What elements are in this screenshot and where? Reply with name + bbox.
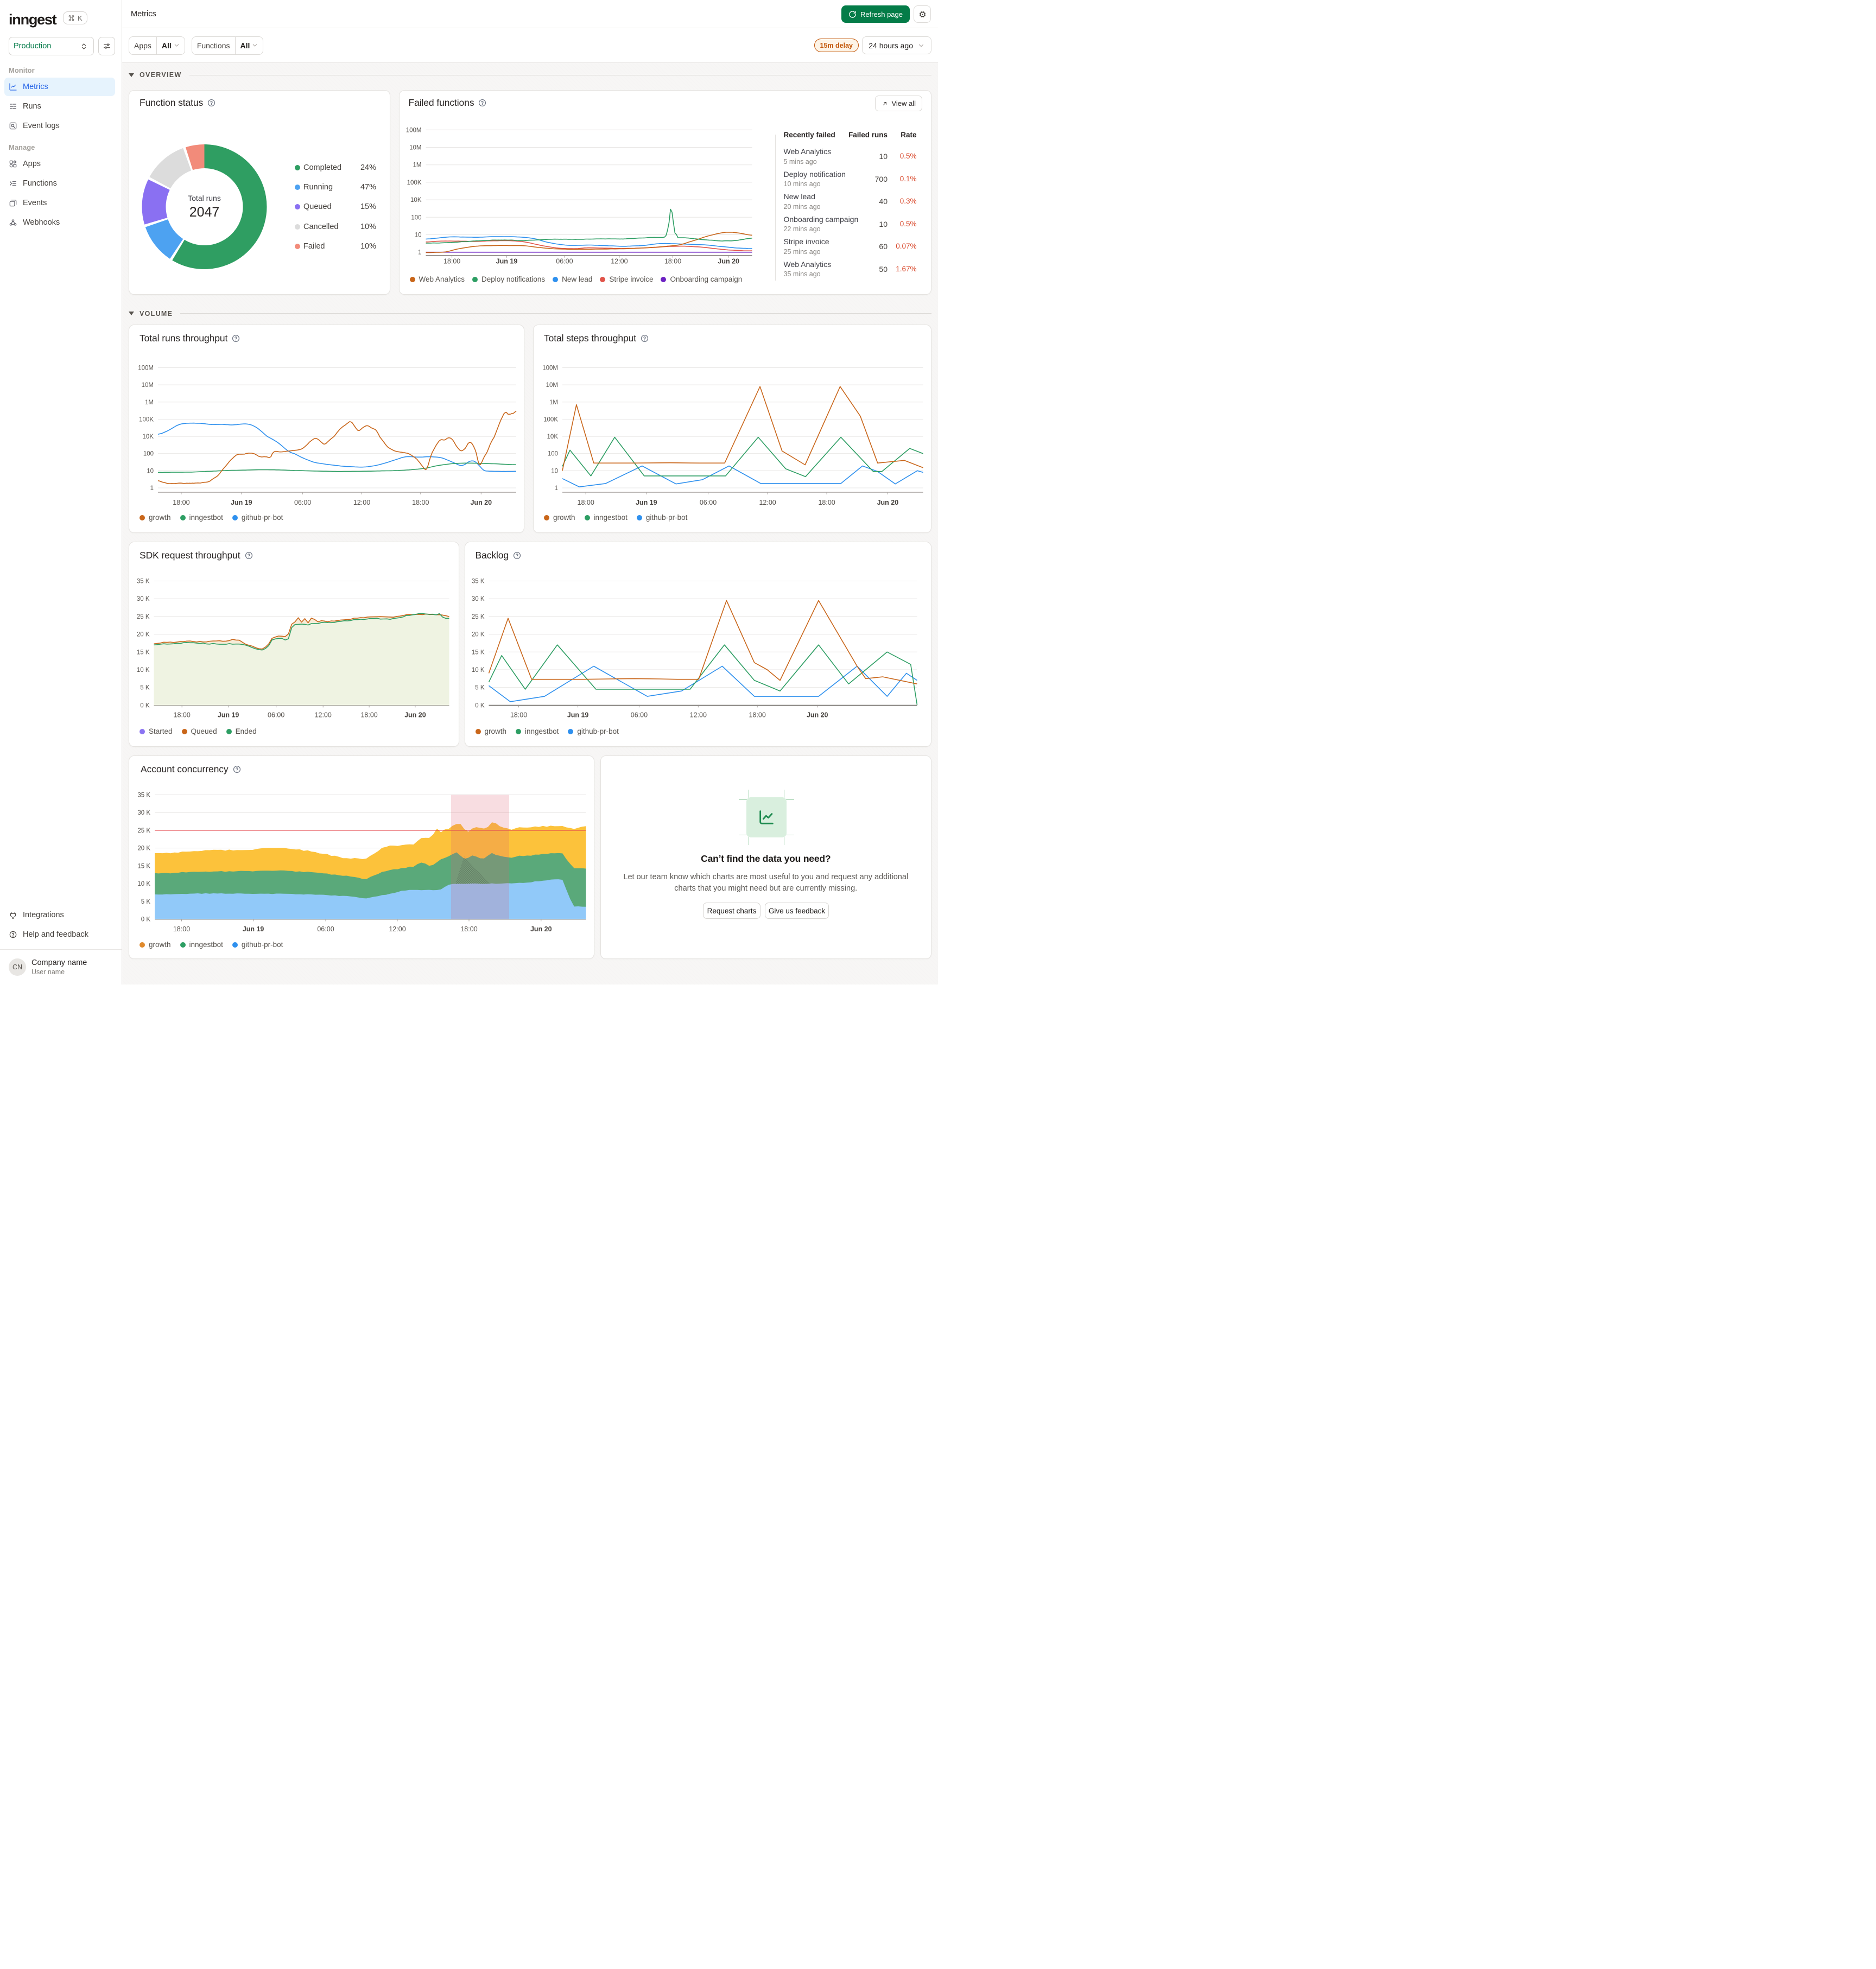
svg-text:18:00: 18:00 (749, 711, 765, 719)
svg-text:0 K: 0 K (140, 702, 150, 709)
svg-text:10M: 10M (546, 382, 558, 389)
svg-text:10K: 10K (547, 434, 559, 440)
svg-text:12:00: 12:00 (315, 711, 332, 719)
svg-text:Jun 19: Jun 19 (496, 258, 517, 265)
svg-text:Jun 19: Jun 19 (231, 499, 252, 506)
svg-text:10: 10 (551, 468, 558, 474)
svg-text:06:00: 06:00 (700, 499, 717, 506)
svg-text:12:00: 12:00 (389, 925, 405, 933)
svg-text:06:00: 06:00 (556, 258, 573, 265)
svg-text:10M: 10M (409, 145, 421, 151)
svg-text:15 K: 15 K (137, 863, 150, 869)
svg-text:10M: 10M (142, 382, 154, 389)
svg-text:25 K: 25 K (471, 614, 484, 620)
svg-text:0 K: 0 K (475, 702, 485, 709)
svg-text:18:00: 18:00 (173, 499, 189, 506)
svg-text:100: 100 (411, 214, 421, 221)
svg-text:Jun 20: Jun 20 (404, 711, 426, 719)
svg-text:12:00: 12:00 (353, 499, 370, 506)
svg-text:18:00: 18:00 (818, 499, 835, 506)
svg-text:35 K: 35 K (137, 579, 150, 585)
svg-text:12:00: 12:00 (611, 258, 628, 265)
svg-text:10 K: 10 K (471, 667, 484, 674)
svg-text:1: 1 (418, 250, 421, 256)
svg-text:20 K: 20 K (471, 632, 484, 638)
svg-text:18:00: 18:00 (412, 499, 429, 506)
svg-text:25 K: 25 K (137, 828, 150, 834)
svg-text:Jun 19: Jun 19 (567, 711, 588, 719)
svg-text:15 K: 15 K (137, 649, 150, 656)
svg-text:06:00: 06:00 (294, 499, 311, 506)
svg-text:06:00: 06:00 (630, 711, 647, 719)
svg-text:18:00: 18:00 (173, 925, 190, 933)
svg-text:30 K: 30 K (137, 810, 150, 816)
svg-text:5 K: 5 K (141, 899, 151, 905)
svg-text:Jun 19: Jun 19 (243, 925, 264, 933)
svg-text:10: 10 (147, 468, 154, 474)
svg-text:12:00: 12:00 (759, 499, 776, 506)
svg-text:20 K: 20 K (137, 632, 150, 638)
svg-text:18:00: 18:00 (578, 499, 594, 506)
svg-text:100M: 100M (138, 365, 154, 372)
svg-text:0 K: 0 K (141, 917, 151, 923)
svg-text:1M: 1M (413, 162, 421, 169)
svg-text:100K: 100K (407, 180, 421, 186)
svg-text:5 K: 5 K (475, 685, 485, 691)
svg-text:18:00: 18:00 (510, 711, 527, 719)
svg-text:06:00: 06:00 (268, 711, 284, 719)
svg-text:100: 100 (548, 451, 558, 458)
svg-text:10K: 10K (410, 197, 422, 204)
svg-text:100K: 100K (543, 416, 558, 423)
svg-text:1: 1 (555, 485, 558, 492)
svg-text:Jun 20: Jun 20 (877, 499, 899, 506)
svg-text:100: 100 (143, 451, 154, 458)
svg-text:18:00: 18:00 (443, 258, 460, 265)
svg-text:10 K: 10 K (137, 667, 150, 674)
svg-text:06:00: 06:00 (317, 925, 334, 933)
svg-text:25 K: 25 K (137, 614, 150, 620)
svg-text:35 K: 35 K (137, 792, 150, 799)
svg-text:30 K: 30 K (471, 596, 484, 602)
svg-text:10 K: 10 K (137, 881, 150, 887)
svg-text:100K: 100K (139, 416, 154, 423)
svg-text:1M: 1M (549, 399, 558, 406)
svg-text:15 K: 15 K (471, 649, 484, 656)
svg-text:100M: 100M (405, 127, 421, 134)
svg-text:30 K: 30 K (137, 596, 150, 602)
svg-text:12:00: 12:00 (689, 711, 706, 719)
svg-text:100M: 100M (542, 365, 558, 372)
svg-text:35 K: 35 K (471, 579, 484, 585)
svg-text:18:00: 18:00 (460, 925, 477, 933)
svg-text:10K: 10K (143, 434, 154, 440)
svg-text:Jun 19: Jun 19 (636, 499, 657, 506)
svg-text:5 K: 5 K (140, 685, 150, 691)
svg-text:1M: 1M (145, 399, 154, 406)
svg-text:18:00: 18:00 (360, 711, 377, 719)
svg-text:Jun 20: Jun 20 (718, 258, 739, 265)
svg-text:Jun 20: Jun 20 (806, 711, 828, 719)
svg-text:1: 1 (150, 485, 154, 492)
svg-text:Jun 19: Jun 19 (218, 711, 239, 719)
svg-text:18:00: 18:00 (174, 711, 191, 719)
svg-text:10: 10 (414, 232, 421, 239)
svg-text:Jun 20: Jun 20 (470, 499, 492, 506)
svg-text:18:00: 18:00 (664, 258, 681, 265)
svg-text:20 K: 20 K (137, 846, 150, 852)
svg-text:Jun 20: Jun 20 (530, 925, 552, 933)
